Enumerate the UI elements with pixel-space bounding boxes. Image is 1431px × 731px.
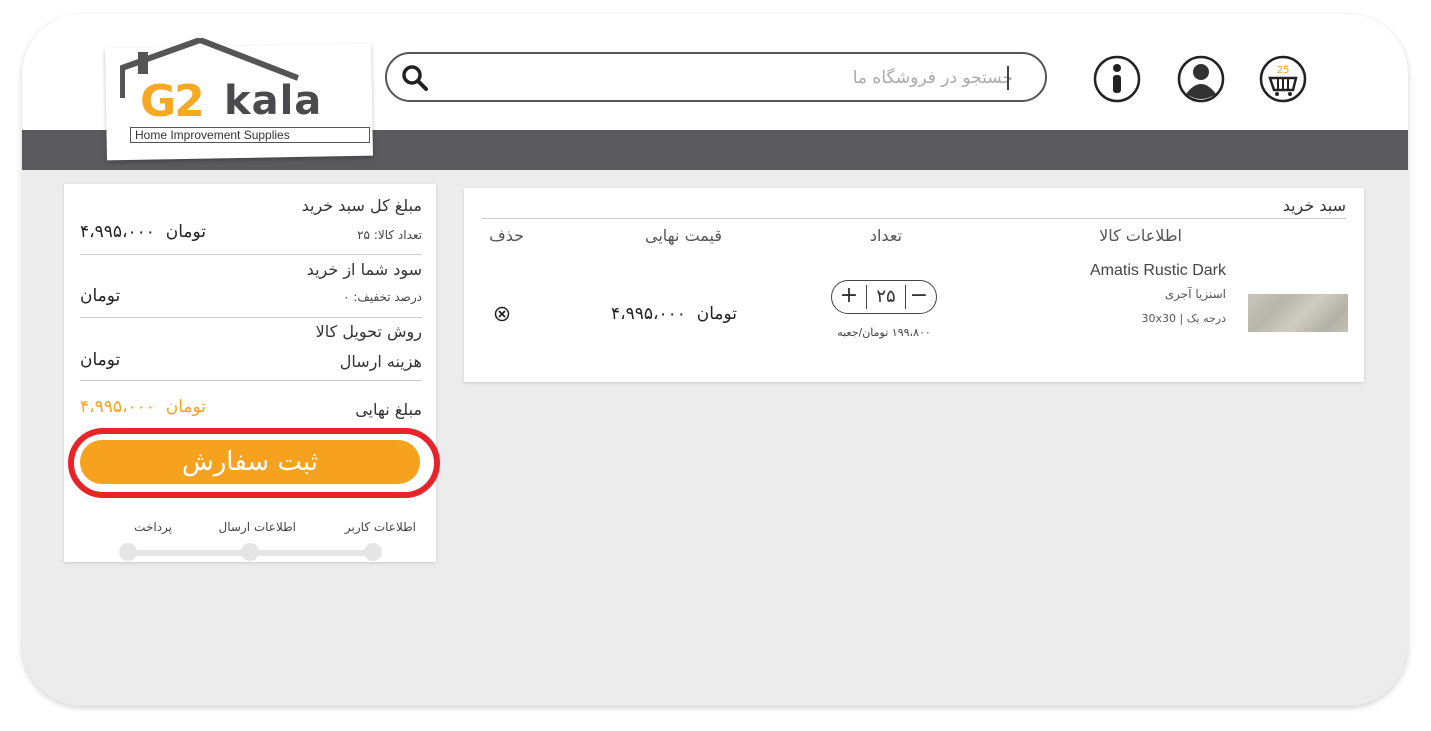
- step-dot-shipping-info[interactable]: [241, 543, 259, 561]
- divider: [80, 317, 422, 318]
- logo-g2: G2: [140, 76, 205, 127]
- col-quantity: تعداد: [869, 226, 902, 245]
- cart-count-badge: 25: [1277, 65, 1290, 76]
- user-icon[interactable]: [1176, 54, 1226, 104]
- unit-price: ۱۹۹،۸۰۰ تومان/جعبه: [837, 326, 931, 339]
- total-value: ۴،۹۹۵،۰۰۰: [80, 222, 155, 242]
- shipping-label: هزینه ارسال: [339, 352, 422, 371]
- quantity-minus-button[interactable]: −: [906, 283, 932, 311]
- search-input[interactable]: [451, 62, 1015, 94]
- delivery-label[interactable]: روش تحویل کالا: [316, 322, 422, 341]
- final-currency: تومان: [165, 397, 206, 417]
- app-frame: G2 kala Home Improvement Supplies 25: [22, 14, 1408, 706]
- final-price-currency: تومان: [696, 304, 737, 324]
- text-cursor: [1007, 66, 1009, 90]
- final-price: تومان ۴،۹۹۵،۰۰۰: [611, 304, 737, 324]
- total-currency: تومان: [165, 222, 206, 242]
- delete-icon[interactable]: [494, 306, 510, 322]
- grade-separator: |: [1175, 312, 1187, 325]
- discount-label: درصد تخفیف: ۰: [343, 290, 422, 304]
- logo-kala: kala: [224, 78, 323, 124]
- col-final-price: قیمت نهایی: [644, 226, 722, 245]
- submit-order-button[interactable]: ثبت سفارش: [80, 440, 420, 484]
- col-delete: حذف: [489, 226, 524, 245]
- cart-icon: 25: [1259, 55, 1307, 103]
- step-label-payment: پرداخت: [134, 520, 172, 534]
- cart-button[interactable]: 25: [1258, 54, 1308, 104]
- col-product-info: اطلاعات کالا: [1099, 226, 1182, 245]
- total-price: تومان ۴،۹۹۵،۰۰۰: [80, 222, 206, 242]
- profit-label: سود شما از خرید: [306, 260, 422, 279]
- logo-subtitle: Home Improvement Supplies: [130, 127, 370, 143]
- quantity-stepper: + ۲۵ −: [831, 280, 937, 314]
- profit-currency: تومان: [80, 286, 121, 306]
- info-icon[interactable]: [1092, 54, 1142, 104]
- search-bar[interactable]: [385, 52, 1047, 102]
- cart-panel: سبد خرید اطلاعات کالا تعداد قیمت نهایی ح…: [464, 188, 1364, 382]
- final-price-value: ۴،۹۹۵،۰۰۰: [611, 304, 686, 324]
- quantity-value[interactable]: ۲۵: [866, 285, 906, 309]
- final-total: تومان ۴،۹۹۵،۰۰۰: [80, 397, 206, 417]
- product-name[interactable]: Amatis Rustic Dark: [1090, 262, 1226, 280]
- search-icon[interactable]: [401, 64, 429, 92]
- step-label-user-info: اطلاعات کاربر: [344, 520, 416, 534]
- item-count: تعداد کالا: ۲۵: [357, 228, 422, 242]
- product-type: اسنزیا آجری: [1164, 287, 1226, 301]
- divider: [80, 254, 422, 255]
- quantity-plus-button[interactable]: +: [836, 283, 862, 311]
- cart-title: سبد خرید: [1282, 196, 1346, 215]
- total-label: مبلغ کل سبد خرید: [301, 196, 422, 215]
- final-label: مبلغ نهایی: [355, 400, 422, 419]
- step-label-shipping-info: اطلاعات ارسال: [218, 520, 296, 534]
- product-thumbnail[interactable]: [1248, 294, 1348, 332]
- step-dot-payment[interactable]: [119, 543, 137, 561]
- divider: [482, 218, 1346, 219]
- divider: [80, 380, 422, 381]
- logo[interactable]: G2 kala Home Improvement Supplies: [105, 38, 376, 166]
- product-size: 30x30: [1141, 312, 1176, 325]
- product-grade-label: درجه یک: [1186, 312, 1226, 325]
- shipping-currency: تومان: [80, 350, 121, 370]
- order-summary-panel: مبلغ کل سبد خرید تعداد کالا: ۲۵ تومان ۴،…: [64, 184, 440, 562]
- final-value: ۴،۹۹۵،۰۰۰: [80, 397, 155, 417]
- product-grade: 30x30 | درجه یک: [1141, 312, 1226, 325]
- step-dot-user-info[interactable]: [364, 543, 382, 561]
